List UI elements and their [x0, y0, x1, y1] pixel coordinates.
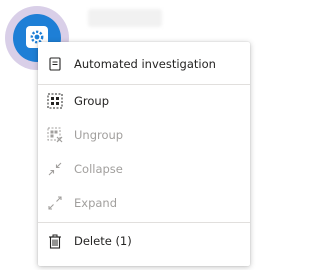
canvas: Automated investigation Group Ungroup Co…: [0, 0, 253, 270]
collapse-icon: [47, 161, 63, 177]
menu-item-delete[interactable]: Delete (1): [38, 224, 250, 258]
menu-item-group[interactable]: Group: [38, 84, 250, 118]
menu-item-label: Delete (1): [74, 234, 132, 248]
menu-item-expand[interactable]: Expand: [38, 186, 250, 220]
menu-item-label: Group: [74, 94, 110, 108]
menu-item-ungroup[interactable]: Ungroup: [38, 118, 250, 152]
menu-item-automated-investigation[interactable]: Automated investigation: [38, 47, 250, 81]
menu-item-label: Collapse: [74, 162, 123, 176]
group-icon: [47, 93, 63, 109]
document-icon: [47, 56, 63, 72]
trash-icon: [47, 233, 63, 249]
node-label: [88, 9, 162, 27]
menu-separator: [38, 222, 250, 223]
menu-item-label: Expand: [74, 196, 118, 210]
menu-item-collapse[interactable]: Collapse: [38, 152, 250, 186]
menu-item-label: Ungroup: [74, 128, 124, 142]
expand-icon: [47, 195, 63, 211]
menu-item-label: Automated investigation: [74, 57, 216, 71]
context-menu: Automated investigation Group Ungroup Co…: [38, 42, 250, 266]
ungroup-icon: [47, 127, 63, 143]
